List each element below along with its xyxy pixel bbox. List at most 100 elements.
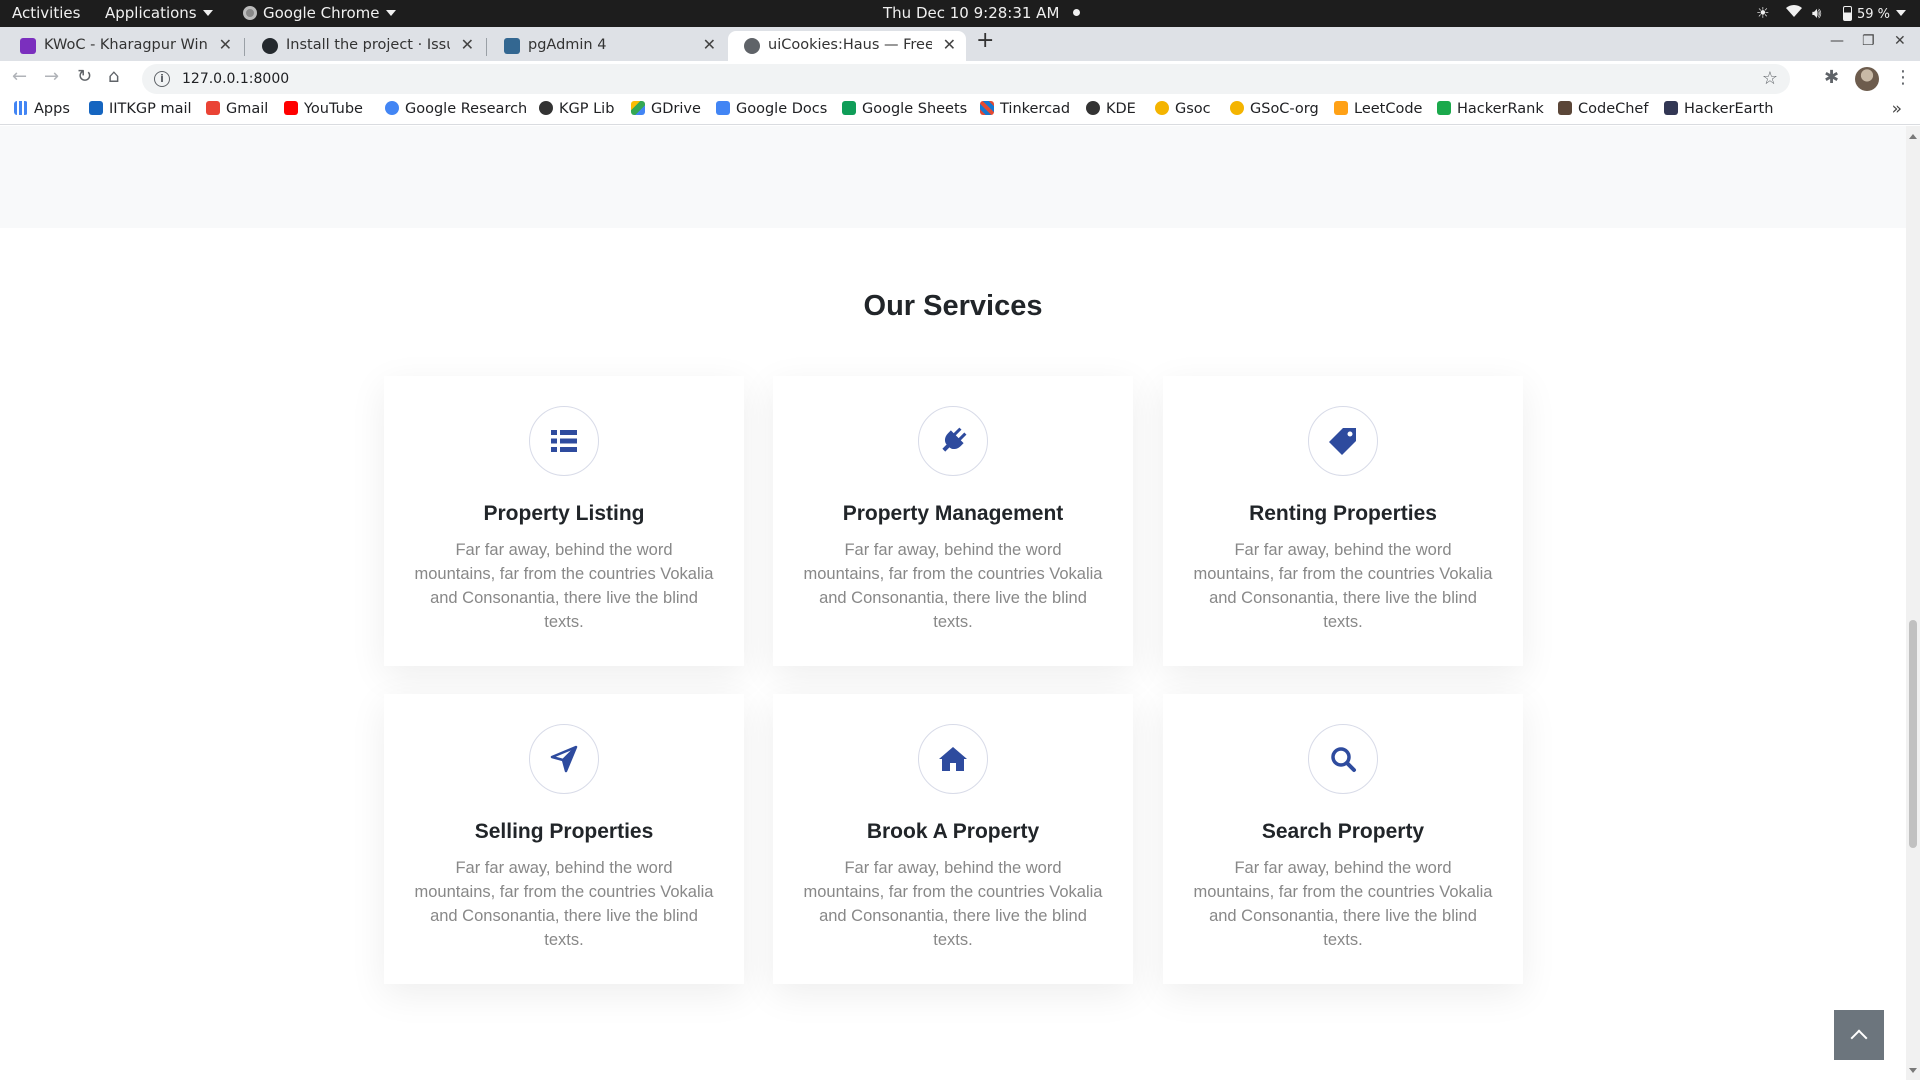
plug-icon <box>942 427 967 452</box>
tab-title: pgAdmin 4 <box>528 37 607 53</box>
bookmark-tinkercad[interactable]: Tinkercad <box>980 101 1070 117</box>
info-icon[interactable]: i <box>154 71 170 87</box>
kwoc-favicon-icon <box>20 38 36 54</box>
service-icon-circle <box>529 724 599 794</box>
sheets-icon <box>842 101 856 115</box>
tab-kwoc[interactable]: KWoC - Kharagpur Winter ✕ <box>4 31 242 61</box>
bookmark-apps[interactable]: Apps <box>14 101 70 117</box>
github-favicon-icon <box>262 38 278 54</box>
bookmark-kgp-lib[interactable]: KGP Lib <box>539 101 614 117</box>
bookmark-leetcode[interactable]: LeetCode <box>1334 101 1422 117</box>
battery-indicator[interactable]: 59 % <box>1843 4 1907 22</box>
service-icon-circle <box>918 406 988 476</box>
extensions-icon[interactable]: ✱ <box>1824 67 1839 88</box>
tab-title: uiCookies:Haus — Free Bo <box>768 37 932 53</box>
scroll-up-arrow-icon[interactable] <box>1909 134 1917 139</box>
service-icon-circle <box>918 724 988 794</box>
page-scrollbar[interactable] <box>1906 126 1920 1080</box>
previous-section-band <box>0 126 1906 228</box>
back-to-top-button[interactable] <box>1834 1010 1884 1060</box>
google-icon <box>385 101 399 115</box>
close-icon[interactable]: ✕ <box>219 31 232 59</box>
home-button[interactable]: ⌂ <box>108 66 119 87</box>
search-icon <box>1331 747 1356 772</box>
bookmark-label: YouTube <box>304 101 363 117</box>
clock-text: Thu Dec 10 9:28:31 AM <box>883 4 1060 22</box>
scroll-down-arrow-icon[interactable] <box>1909 1068 1917 1073</box>
close-icon[interactable]: ✕ <box>461 31 474 59</box>
tab-title: Install the project · Issue # <box>286 37 450 53</box>
globe-favicon-icon <box>744 38 760 54</box>
brightness-icon[interactable]: ☀ <box>1756 4 1769 22</box>
bookmark-star-icon[interactable]: ☆ <box>1762 64 1778 94</box>
kebab-menu-icon[interactable]: ⋮ <box>1894 67 1912 88</box>
app-menu-label: Google Chrome <box>263 4 380 22</box>
hackerrank-icon <box>1437 101 1451 115</box>
close-icon[interactable]: ✕ <box>703 31 716 59</box>
chevron-up-icon <box>1850 1029 1868 1047</box>
applications-label: Applications <box>105 4 197 22</box>
home-icon <box>939 747 967 771</box>
minimize-icon[interactable]: — <box>1830 33 1844 49</box>
battery-percent: 59 % <box>1857 7 1891 22</box>
tab-pgadmin[interactable]: pgAdmin 4 ✕ <box>488 31 726 61</box>
bookmark-kde[interactable]: KDE <box>1086 101 1136 117</box>
chevron-down-icon <box>385 10 396 16</box>
browser-toolbar: ← → ↻ ⌂ i 127.0.0.1:8000 ☆ ✱ ⋮ <box>0 61 1920 97</box>
tab-uicookies-haus[interactable]: uiCookies:Haus — Free Bo ✕ <box>728 31 966 61</box>
page-content: Our Services Property Listing Far far aw… <box>0 126 1906 1080</box>
bookmark-google-research[interactable]: Google Research <box>385 101 527 117</box>
activities-button[interactable]: Activities <box>12 4 80 22</box>
new-tab-button[interactable]: + <box>976 28 994 53</box>
bookmark-label: CodeChef <box>1578 101 1649 117</box>
bookmark-iitkgp-mail[interactable]: IITKGP mail <box>89 101 192 117</box>
iitkgp-mail-icon <box>89 101 103 115</box>
bookmark-hackerrank[interactable]: HackerRank <box>1437 101 1544 117</box>
bookmark-google-docs[interactable]: Google Docs <box>716 101 827 117</box>
gsoc-icon <box>1230 101 1244 115</box>
service-card-property-listing: Property Listing Far far away, behind th… <box>384 376 744 666</box>
globe-icon <box>539 101 553 115</box>
more-bookmarks-icon[interactable]: » <box>1892 99 1902 119</box>
app-menu[interactable]: Google Chrome <box>243 4 396 22</box>
bookmark-gsoc-org[interactable]: GSoC-org <box>1230 101 1319 117</box>
url-text: 127.0.0.1:8000 <box>182 71 290 87</box>
tab-separator <box>244 38 245 56</box>
clock[interactable]: Thu Dec 10 9:28:31 AM <box>883 4 1081 22</box>
service-title: Search Property <box>1261 820 1425 843</box>
service-description: Far far away, behind the word mountains,… <box>414 541 714 631</box>
back-button[interactable]: ← <box>12 66 27 87</box>
close-window-icon[interactable]: ✕ <box>1894 33 1906 49</box>
bookmark-codechef[interactable]: CodeChef <box>1558 101 1648 117</box>
volume-icon[interactable]: 🔊︎ <box>1812 4 1821 22</box>
forward-button[interactable]: → <box>44 66 59 87</box>
bookmark-gdrive[interactable]: GDrive <box>631 101 701 117</box>
bookmark-gsoc[interactable]: Gsoc <box>1155 101 1211 117</box>
service-description: Far far away, behind the word mountains,… <box>1193 859 1493 949</box>
close-icon[interactable]: ✕ <box>943 31 956 59</box>
restore-icon[interactable]: ❐ <box>1862 33 1875 49</box>
battery-icon <box>1843 6 1852 21</box>
avatar[interactable] <box>1855 67 1879 91</box>
docs-icon <box>716 101 730 115</box>
scrollbar-thumb[interactable] <box>1909 620 1917 848</box>
applications-menu[interactable]: Applications <box>105 4 213 22</box>
tab-github-issue[interactable]: Install the project · Issue # ✕ <box>246 31 484 61</box>
address-bar[interactable]: i 127.0.0.1:8000 ☆ <box>142 64 1790 94</box>
wifi-icon[interactable] <box>1785 4 1803 22</box>
chevron-down-icon <box>202 10 213 16</box>
service-title: Property Listing <box>483 502 645 525</box>
bookmark-label: GDrive <box>651 101 701 117</box>
paper-plane-icon <box>550 745 578 773</box>
bookmark-hackerearth[interactable]: HackerEarth <box>1664 101 1773 117</box>
codechef-icon <box>1558 101 1572 115</box>
reload-button[interactable]: ↻ <box>77 66 92 87</box>
bookmark-youtube[interactable]: YouTube <box>284 101 363 117</box>
service-card-property-management: Property Management Far far away, behind… <box>773 376 1133 666</box>
service-title: Brook A Property <box>866 820 1040 843</box>
bookmark-gmail[interactable]: Gmail <box>206 101 268 117</box>
section-title: Our Services <box>863 290 1043 322</box>
bookmark-label: Google Research <box>405 101 528 117</box>
bookmark-google-sheets[interactable]: Google Sheets <box>842 101 967 117</box>
apps-grid-icon <box>14 101 28 115</box>
